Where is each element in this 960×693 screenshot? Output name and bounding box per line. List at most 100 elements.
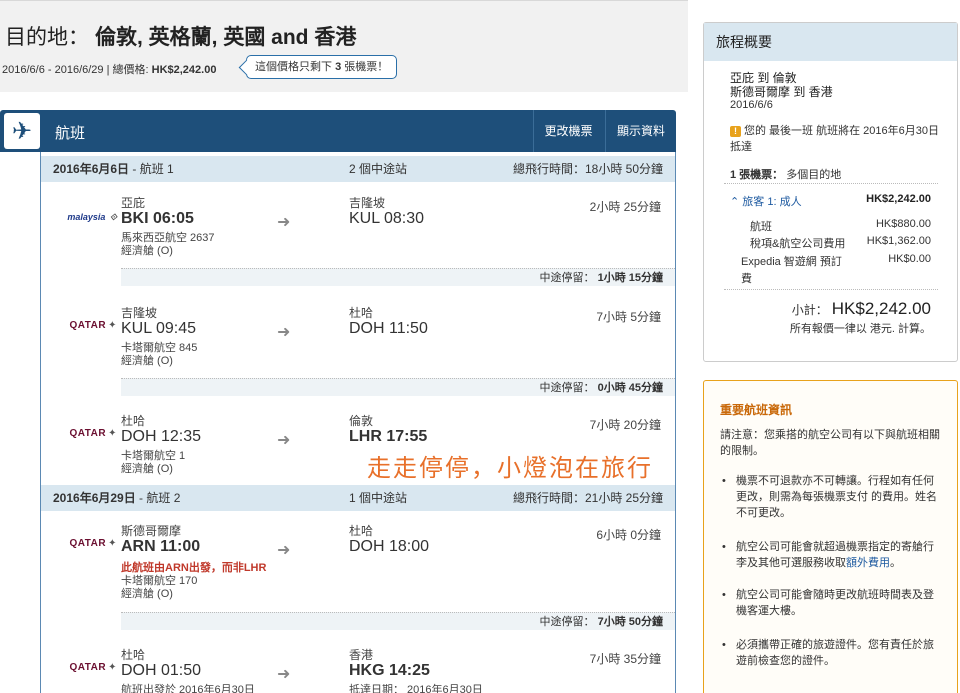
chevron-up-icon: ⌃ [730,196,740,208]
qatar-oryx-icon: ✦ [108,428,117,439]
total-price: HK$2,242.00 [151,64,217,76]
malaysia-mark-icon: ⟐ [109,212,117,222]
important-info-item: • 航空公司可能會就超過機票指定的寄艙行李及其他可選服務收取額外費用。 [722,541,934,569]
divider [724,289,938,290]
divider [724,183,938,184]
cabin-class: 經濟艙 (O) [121,245,173,257]
layover-duration: 0小時 45分鐘 [597,382,663,394]
segment-duration: 7小時 20分鐘 [589,418,661,432]
fare-line-label: Expedia 智遊網 預訂 [741,256,842,268]
traveller-price: HK$2,242.00 [866,193,931,205]
destination-value: 倫敦, 英格蘭, 英國 and 香港 [95,26,357,49]
leg-label: - 航班 1 [129,162,174,176]
flight-segment[interactable]: malaysia ⟐ 亞庇 BKI 06:05 馬來西亞航空 2637 經濟艙 … [41,188,675,268]
departure-city: 亞庇 [121,196,146,210]
important-info-item: • 機票不可退款亦不可轉讓。行程如有任何更改，則需為每張機票支付 的費用。姓名不可… [722,475,938,519]
trip-start-date: 2016/6/6 [730,99,773,111]
leg-date: 2016年6月29日 [53,491,136,505]
layover-row: 中途停留： 1小時 15分鐘 [121,268,675,286]
qatar-airways-logo-icon: QATAR ✦ [69,428,117,439]
traveller-toggle[interactable]: ⌃ 旅客 1: 成人 [730,193,802,209]
segment-duration: 7小時 35分鐘 [589,652,661,666]
qatar-oryx-icon: ✦ [108,538,117,549]
arrival-time: DOH 11:50 [349,320,428,337]
leg-header: 2016年6月29日 - 航班 2 1 個中途站 總飛行時間：21小時 25分鐘 [41,485,675,511]
flight-section-bar: ✈ 航班 更改機票 顯示資料 [0,110,676,152]
important-info-title: 重要航班資訊 [720,403,793,417]
destination-prefix: 目的地： [5,26,89,49]
departure-city: 斯德哥爾摩 [121,524,182,538]
malaysia-airlines-logo-icon: malaysia ⟐ [67,212,117,222]
trip-dates: 2016/6/6 - 2016/6/29 | 總價格: [2,64,152,76]
arrow-right-icon: ➜ [277,542,291,559]
qatar-airways-logo-icon: QATAR ✦ [69,662,117,673]
qatar-airways-logo-icon: QATAR ✦ [69,320,117,331]
leg-stops: 1 個中途站 [349,491,408,505]
arrival-time: HKG 14:25 [349,662,430,679]
fare-line-value: HK$0.00 [888,253,931,265]
arrow-right-icon: ➜ [277,666,291,683]
arrow-right-icon: ➜ [277,432,291,449]
important-info-panel: 重要航班資訊 請注意：您乘搭的航空公司有以下與航班相關的限制。 • 機票不可退款亦… [703,380,958,693]
change-ticket-button[interactable]: 更改機票 [533,110,603,152]
leg-stops: 2 個中途站 [349,162,408,176]
arrival-city: 香港 [349,648,374,662]
layover-duration: 7小時 50分鐘 [597,616,663,628]
departure-city: 吉隆坡 [121,306,158,320]
arrival-time: LHR 17:55 [349,428,428,445]
arrival-city: 吉隆坡 [349,196,386,210]
blog-watermark: 走走停停，小燈泡在旅行 [367,455,653,482]
warning-icon: ! [730,126,741,137]
subtotal: 小計： HK$2,242.00 [791,299,931,318]
flight-segment[interactable]: QATAR ✦ 吉隆坡 KUL 09:45 卡塔爾航空 845 經濟艙 (O) ➜… [41,298,675,378]
leg-label: - 航班 2 [135,491,181,505]
fare-line-label: 航班 [750,221,772,233]
arrival-time: DOH 18:00 [349,538,430,555]
fare-line-label-cont: 費 [741,273,752,285]
qatar-oryx-icon: ✦ [108,320,117,331]
fare-line-label: 稅項&航空公司費用 [750,238,846,250]
currency-note: 所有報價一律以 港元. 計算。 [789,323,931,335]
layover-row: 中途停留： 7小時 50分鐘 [121,612,675,630]
segment-duration: 6小時 0分鐘 [596,528,661,542]
layover-row: 中途停留： 0小時 45分鐘 [121,378,675,396]
arrival-notice: ! 您的 最後一班 航班將在 2016年6月30日 抵達 [730,125,939,153]
important-info-item: • 必須攜帶正確的旅遊證件。您有責任於旅遊前檢查您的證件。 [722,639,934,667]
arrow-right-icon: ➜ [277,324,291,341]
leg-header: 2016年6月6日 - 航班 1 2 個中途站 總飛行時間：18小時 50分鐘 [41,156,675,182]
layover-duration: 1小時 15分鐘 [597,272,663,284]
cabin-class: 經濟艙 (O) [121,588,173,600]
arrival-date-note: 抵達日期： 2016年6月30日 [349,684,483,693]
flight-segment[interactable]: QATAR ✦ 杜哈 DOH 01:50 航班出發於 2016年6月30日 ➜ 香… [41,640,675,693]
arrival-city: 杜哈 [349,306,374,320]
cabin-class: 經濟艙 (O) [121,463,173,475]
arrow-right-icon: ➜ [277,214,291,231]
cabin-class: 經濟艙 (O) [121,355,173,367]
qatar-airways-logo-icon: QATAR ✦ [69,538,117,549]
departure-date-note: 航班出發於 2016年6月30日 [121,684,255,693]
subtotal-amount: HK$2,242.00 [831,299,931,318]
departure-city: 杜哈 [121,648,146,662]
departure-time: DOH 12:35 [121,428,202,445]
important-info-intro: 請注意：您乘搭的航空公司有以下與航班相關的限制。 [720,429,940,457]
plane-icon: ✈ [4,113,40,149]
route-line: 斯德哥爾摩 到 香港 [730,85,833,99]
departure-time: KUL 09:45 [121,320,197,337]
arrival-city: 杜哈 [349,524,374,538]
segment-duration: 2小時 25分鐘 [589,200,661,214]
flight-section-title: 航班 [55,125,86,142]
segment-duration: 7小時 5分鐘 [596,310,661,324]
seats-left-badge: 這個價格只剩下 3 張機票！ [246,55,398,79]
departure-city: 杜哈 [121,414,146,428]
flight-segment[interactable]: QATAR ✦ 斯德哥爾摩 ARN 11:00 此航班由ARN出發，而非LHR 卡… [41,516,675,608]
leg-date: 2016年6月6日 [53,162,130,176]
trip-summary-title: 旅程概要 [704,23,957,61]
itinerary-panel: 2016年6月6日 - 航班 1 2 個中途站 總飛行時間：18小時 50分鐘 … [40,152,676,693]
trip-dates-price: 2016/6/6 - 2016/6/29 | 總價格: HK$2,242.00 [2,61,216,77]
fare-line-value: HK$880.00 [875,218,931,230]
extra-fee-link[interactable]: 額外費用 [846,557,890,569]
leg-duration: 總飛行時間：21小時 25分鐘 [512,491,663,505]
show-details-button[interactable]: 顯示資料 [605,110,676,152]
qatar-oryx-icon: ✦ [108,662,117,673]
page-header: 目的地： 倫敦, 英格蘭, 英國 and 香港 2016/6/6 - 2016/6… [0,0,688,92]
